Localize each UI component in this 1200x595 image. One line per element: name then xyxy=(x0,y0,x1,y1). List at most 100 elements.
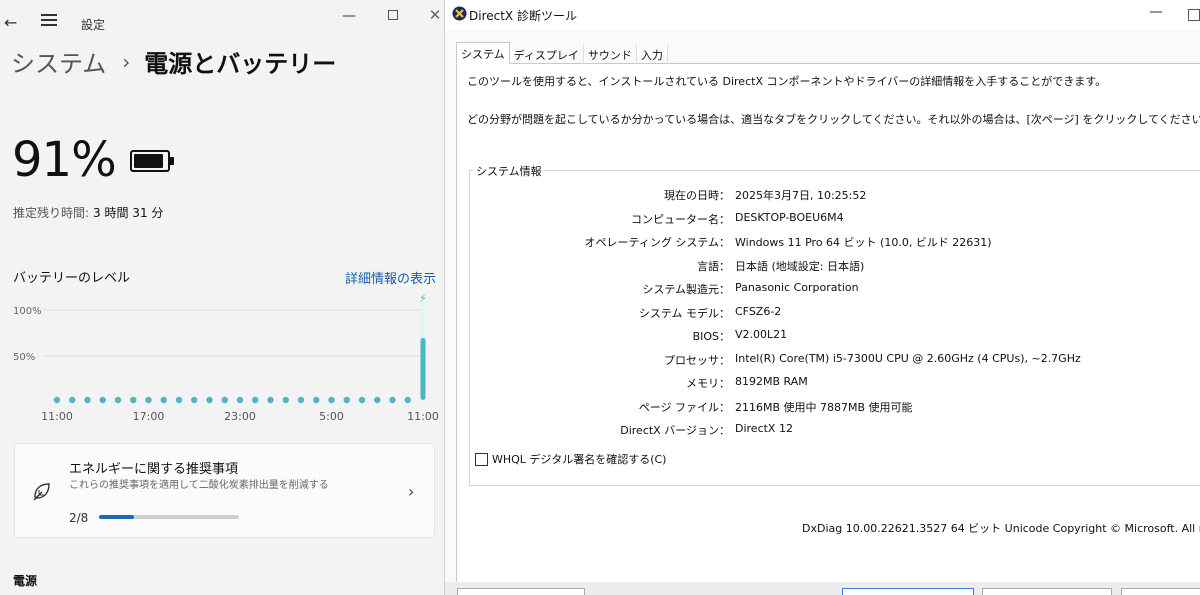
next-page-button[interactable] xyxy=(842,588,974,595)
system-info-row: メモリ： 8192MB RAM xyxy=(445,375,1200,390)
battery-dot xyxy=(343,396,350,404)
battery-dot xyxy=(53,396,61,404)
directx-diag-window: DirectX 診断ツール — システム ディスプレイ サウンド 入力 このツー… xyxy=(444,0,1200,595)
system-info-value: 2116MB 使用中 7887MB 使用可能 xyxy=(735,400,913,414)
system-info-label-text: ページ ファイル： xyxy=(638,400,730,414)
dx-titlebar: DirectX 診断ツール — xyxy=(445,0,1200,30)
battery-level-chart: 100% 50% ⚡ 11:00 17:00 23:00 5:00 11:00 xyxy=(13,292,439,423)
system-info-value: DirectX 12 xyxy=(735,422,793,435)
system-info-label-text: システム製造元： xyxy=(642,283,730,296)
energy-card-title: エネルギーに関する推奨事項 xyxy=(69,462,239,477)
page-title: 電源とバッテリー xyxy=(144,50,337,78)
system-info-row: コンピューター名： DESKTOP-BOEU6M4 xyxy=(445,211,1200,226)
battery-bar xyxy=(420,337,426,400)
system-info-label-text: オペレーティング システム： xyxy=(584,236,730,249)
system-info-value: 8192MB RAM xyxy=(735,375,808,388)
breadcrumb: システム › 電源とバッテリー xyxy=(11,44,336,79)
system-info-label-text: プロセッサ： xyxy=(664,353,730,367)
battery-dot xyxy=(328,396,335,404)
leaf-icon xyxy=(33,483,50,501)
battery-dot xyxy=(99,396,106,404)
system-info-row: システム モデル： CFSZ6-2 xyxy=(445,305,1200,320)
x-tick-label: 11:00 xyxy=(41,410,73,423)
system-info-label-text: BIOS： xyxy=(692,330,730,343)
system-info-label-text: システム モデル： xyxy=(638,306,730,320)
intro-text-1: このツールを使用すると、インストールされている DirectX コンポーネントや… xyxy=(467,75,1107,88)
battery-dot xyxy=(175,396,183,404)
window-title: 設定 xyxy=(81,18,106,32)
whql-label: WHQL デジタル署名を確認する(C) xyxy=(492,453,667,466)
energy-recommendations-card[interactable]: エネルギーに関する推奨事項 これらの推奨事項を適用して二酸化炭素排出量を削減する… xyxy=(14,443,435,538)
battery-dot xyxy=(236,396,244,404)
dx-window-title: DirectX 診断ツール xyxy=(469,9,577,23)
exit-button[interactable] xyxy=(1121,588,1200,595)
battery-dot xyxy=(389,396,396,404)
battery-percent: 91% xyxy=(12,132,117,188)
battery-dot xyxy=(206,396,213,404)
estimated-time-remaining: 推定残り時間: 3 時間 31 分 xyxy=(13,204,163,221)
back-arrow-icon[interactable]: ← xyxy=(4,13,17,32)
system-info-label: システム情報 xyxy=(473,163,545,179)
battery-dot xyxy=(191,396,198,404)
system-info-label-text: コンピューター名： xyxy=(631,212,730,226)
system-info-label-text: DirectX バージョン： xyxy=(620,424,730,437)
system-info-value: 2025年3月7日, 10:25:52 xyxy=(735,189,867,202)
maximize-icon[interactable] xyxy=(386,8,400,22)
checkbox[interactable] xyxy=(475,452,488,466)
system-info-row: BIOS： V2.00L21 xyxy=(445,328,1200,343)
battery-dot xyxy=(221,396,228,404)
settings-window: ← 設定 — ✕ システム › 電源とバッテリー 91% 推定残り時間: 3 時間… xyxy=(0,0,444,595)
tab-display[interactable]: ディスプレイ xyxy=(510,44,584,64)
battery-dot xyxy=(358,396,366,404)
battery-dot xyxy=(374,396,381,404)
battery-dot xyxy=(404,396,411,404)
y-tick-label: 100% xyxy=(13,306,42,317)
system-info-value: Panasonic Corporation xyxy=(735,281,859,294)
power-section-title: 電源 xyxy=(13,574,38,588)
breadcrumb-separator: › xyxy=(122,49,131,74)
remaining-value: 3 時間 31 分 xyxy=(93,206,164,220)
system-info-row: ページ ファイル： 2116MB 使用中 7887MB 使用可能 xyxy=(445,399,1200,414)
x-tick-label: 11:00 xyxy=(407,410,439,423)
system-info-row: オペレーティング システム： Windows 11 Pro 64 ビット (10.… xyxy=(445,234,1200,249)
system-info-row: 言語： 日本語 (地域設定: 日本語) xyxy=(445,258,1200,273)
battery-dot xyxy=(267,396,274,404)
battery-dot xyxy=(130,396,137,404)
x-tick-label: 17:00 xyxy=(133,410,165,423)
battery-dot xyxy=(297,396,305,404)
system-info-row: 現在の日時： 2025年3月7日, 10:25:52 xyxy=(445,187,1200,202)
maximize-icon[interactable] xyxy=(1188,9,1200,21)
battery-dot xyxy=(145,396,152,404)
minimize-icon[interactable]: — xyxy=(342,8,356,24)
tab-sound[interactable]: サウンド xyxy=(584,44,637,64)
menu-icon[interactable] xyxy=(41,14,57,26)
battery-dot xyxy=(114,396,122,404)
breadcrumb-parent[interactable]: システム xyxy=(11,44,106,79)
x-tick-label: 5:00 xyxy=(319,410,344,423)
tab-input[interactable]: 入力 xyxy=(637,44,668,64)
save-all-info-button[interactable] xyxy=(982,588,1112,595)
system-info-row: システム製造元： Panasonic Corporation xyxy=(445,281,1200,296)
battery-dot xyxy=(252,396,259,404)
whql-checkbox[interactable]: WHQL デジタル署名を確認する(C) xyxy=(475,451,666,467)
tab-system[interactable]: システム xyxy=(456,42,510,64)
details-link[interactable]: 詳細情報の表示 xyxy=(345,268,436,287)
battery-icon xyxy=(130,150,174,172)
minimize-icon[interactable]: — xyxy=(1149,4,1163,20)
system-info-label-text: 現在の日時： xyxy=(664,189,730,202)
battery-dot xyxy=(69,396,76,404)
system-info-row: プロセッサ： Intel(R) Core(TM) i5-7300U CPU @ 2… xyxy=(445,352,1200,367)
system-info-value: Windows 11 Pro 64 ビット (10.0, ビルド 22631) xyxy=(735,236,992,249)
battery-dot xyxy=(313,396,320,404)
chevron-right-icon: › xyxy=(408,482,415,501)
x-tick-label: 23:00 xyxy=(224,410,256,423)
system-info-value: Intel(R) Core(TM) i5-7300U CPU @ 2.60GHz… xyxy=(735,351,1081,365)
close-icon[interactable]: ✕ xyxy=(428,6,442,24)
system-info-value: V2.00L21 xyxy=(735,328,788,341)
battery-dot xyxy=(84,396,91,404)
directx-logo-icon xyxy=(452,6,467,21)
help-button[interactable] xyxy=(457,588,585,595)
remaining-label: 推定残り時間: xyxy=(13,206,90,220)
battery-level-title: バッテリーのレベル xyxy=(13,271,131,286)
system-info-value: 日本語 (地域設定: 日本語) xyxy=(735,259,865,273)
